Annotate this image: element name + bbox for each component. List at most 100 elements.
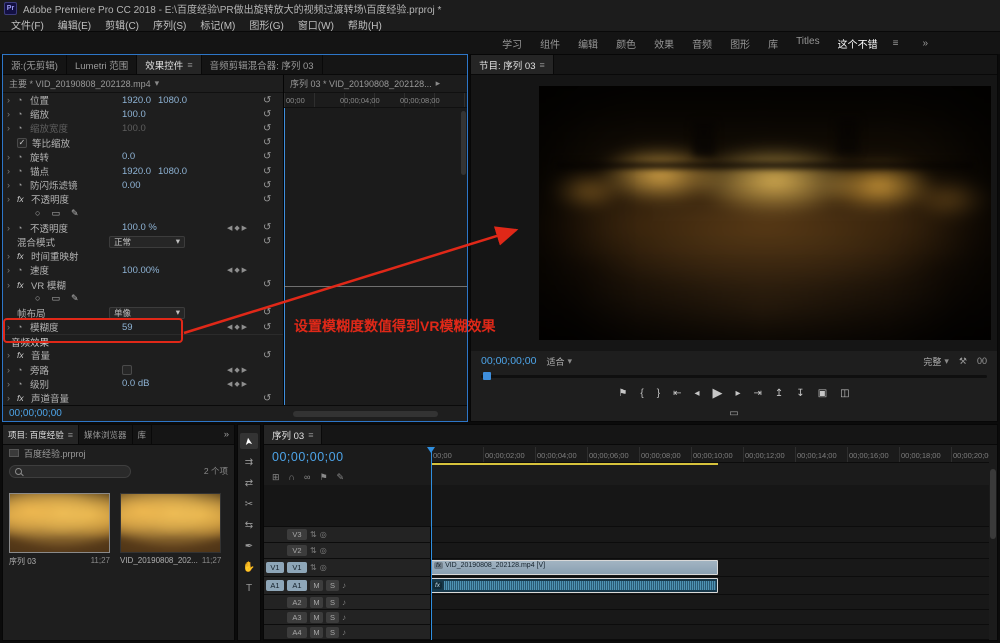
panel-tab[interactable]: 节目: 序列 03≡ — [471, 55, 554, 74]
source-patch[interactable] — [266, 529, 284, 540]
ec-horizontal-scrollbar[interactable] — [293, 411, 438, 417]
ripple-edit-tool[interactable]: ⇄ — [240, 475, 258, 491]
reset-icon[interactable]: ↺ — [263, 194, 271, 205]
source-patch[interactable] — [266, 545, 284, 556]
stopwatch-icon[interactable]: ◔ — [17, 166, 30, 176]
source-patch[interactable]: A1 — [266, 580, 284, 591]
comparison-view-button[interactable]: ◫ — [840, 388, 849, 399]
ec-timecode[interactable]: 00;00;00;00 — [9, 408, 62, 419]
expand-chevron-icon[interactable]: › — [7, 95, 17, 105]
mute-button[interactable]: M — [310, 597, 323, 608]
panel-menu-icon[interactable]: ≡ — [540, 60, 545, 70]
property-value[interactable]: 1920.0 — [122, 95, 152, 106]
sync-lock-icon[interactable]: ⇅ — [310, 563, 317, 572]
expand-chevron-icon[interactable]: › — [7, 280, 17, 290]
source-patch[interactable] — [266, 627, 284, 638]
expand-chevron-icon[interactable]: › — [7, 123, 17, 133]
ec-row-speed[interactable]: ›◔速度100.00%◀ ◆ ▶ — [3, 263, 283, 277]
pen-tool[interactable]: ✒ — [240, 538, 258, 554]
workspace-tab[interactable]: 图形 — [721, 36, 759, 51]
panel-tab[interactable]: Lumetri 范围 — [67, 55, 137, 74]
panel-tab[interactable]: 项目: 百度经验≡ — [3, 425, 79, 444]
workspace-tab[interactable]: 这个不错 — [829, 36, 887, 51]
property-value[interactable]: 1080.0 — [158, 166, 188, 177]
property-value[interactable]: 100.0 — [122, 123, 152, 134]
menu-item[interactable]: 窗口(W) — [291, 17, 341, 32]
expand-chevron-icon[interactable]: › — [7, 393, 17, 403]
expand-chevron-icon[interactable]: › — [7, 265, 17, 275]
solo-button[interactable]: S — [326, 612, 339, 623]
ec-row-rotation[interactable]: ›◔旋转0.0↺ — [3, 150, 283, 164]
ec-row-anti-flicker[interactable]: ›◔防闪烁滤镜0.00↺ — [3, 178, 283, 192]
add-marker-icon[interactable]: ⚑ — [319, 472, 327, 483]
razor-tool[interactable]: ✂ — [240, 496, 258, 512]
reset-icon[interactable]: ↺ — [263, 236, 271, 247]
track-output-icon[interactable]: ◎ — [320, 563, 327, 572]
voiceover-record-button[interactable]: ♪ — [342, 598, 346, 607]
stopwatch-icon[interactable]: ◔ — [17, 223, 30, 233]
stopwatch-icon[interactable]: ◔ — [17, 123, 30, 133]
type-tool[interactable]: T — [240, 580, 258, 596]
ec-row-opacity[interactable]: ›◔不透明度100.0 %◀ ◆ ▶↺ — [3, 221, 283, 235]
dropdown[interactable]: 正常▾ — [109, 236, 185, 248]
expand-chevron-icon[interactable]: › — [7, 379, 17, 389]
reset-icon[interactable]: ↺ — [263, 222, 271, 233]
property-value[interactable]: 100.0 % — [122, 222, 157, 233]
project-tabs-overflow-icon[interactable]: » — [219, 425, 234, 444]
menu-item[interactable]: 文件(F) — [4, 17, 51, 32]
ec-row-level[interactable]: ›◔级别0.0 dB◀ ◆ ▶ — [3, 377, 283, 391]
timeline-timecode[interactable]: 00;00;00;00 — [272, 450, 344, 464]
button-editor-button[interactable]: ▭ — [729, 408, 738, 419]
property-value[interactable]: 1920.0 — [122, 166, 152, 177]
source-patch[interactable]: V1 — [266, 562, 284, 573]
step-forward-button[interactable]: ▸ — [735, 388, 740, 399]
mark-in-button[interactable]: { — [640, 388, 643, 399]
seek-playhead[interactable] — [483, 372, 491, 380]
ec-row-uniform-scale[interactable]: ✓等比缩放↺ — [3, 136, 283, 150]
keyframe-nav[interactable]: ◀ ◆ ▶ — [227, 366, 247, 374]
rect-mask-icon[interactable]: ▭ — [51, 208, 60, 219]
solo-button[interactable]: S — [326, 627, 339, 638]
property-value[interactable]: 100.00% — [122, 265, 160, 276]
workspace-overflow-icon[interactable]: » — [904, 38, 928, 49]
workspace-tab[interactable]: 颜色 — [607, 36, 645, 51]
reset-icon[interactable]: ↺ — [263, 166, 271, 177]
clip-thumbnail[interactable] — [9, 493, 110, 553]
export-frame-button[interactable]: ▣ — [818, 388, 827, 399]
stopwatch-icon[interactable]: ◔ — [17, 109, 30, 119]
menu-item[interactable]: 帮助(H) — [341, 17, 389, 32]
expand-chevron-icon[interactable]: › — [7, 223, 17, 233]
menu-item[interactable]: 图形(G) — [242, 17, 290, 32]
snap-icon[interactable]: ∩ — [289, 472, 295, 483]
sync-lock-icon[interactable]: ⇅ — [310, 530, 317, 539]
workspace-menu-icon[interactable]: ≡ — [887, 38, 905, 49]
stopwatch-icon[interactable]: ◔ — [17, 152, 30, 162]
voiceover-record-button[interactable]: ♪ — [342, 581, 346, 590]
expand-chevron-icon[interactable]: › — [7, 180, 17, 190]
checkbox[interactable] — [122, 365, 132, 375]
solo-button[interactable]: S — [326, 580, 339, 591]
selection-tool[interactable]: ➤ — [240, 433, 258, 449]
ec-row-fx-volume[interactable]: ›fx音量↺ — [3, 348, 283, 362]
program-timecode[interactable]: 00;00;00;00 — [481, 355, 536, 367]
track-target[interactable]: A1 — [287, 580, 307, 591]
reset-icon[interactable]: ↺ — [263, 393, 271, 404]
ec-row-fx-opacity[interactable]: ›fx不透明度↺ — [3, 192, 283, 206]
source-patch[interactable] — [266, 597, 284, 608]
ec-playhead[interactable] — [284, 108, 285, 405]
reset-icon[interactable]: ↺ — [263, 95, 271, 106]
mute-button[interactable]: M — [310, 612, 323, 623]
stopwatch-icon[interactable]: ◔ — [17, 322, 30, 332]
keyframe-nav[interactable]: ◀ ◆ ▶ — [227, 224, 247, 232]
playback-resolution-dropdown[interactable]: 完整▾ — [923, 355, 949, 368]
go-to-out-button[interactable]: ⇥ — [754, 388, 762, 399]
ec-vertical-scrollbar[interactable] — [461, 111, 466, 175]
program-seek-bar[interactable] — [481, 371, 987, 381]
ec-row-frame-layout[interactable]: 帧布局单像▾↺ — [3, 306, 283, 320]
search-box[interactable] — [9, 465, 131, 478]
source-patch[interactable] — [266, 612, 284, 623]
panel-tab[interactable]: 效果控件≡ — [137, 55, 201, 74]
expand-chevron-icon[interactable]: › — [7, 251, 17, 261]
seek-track[interactable] — [481, 375, 987, 378]
solo-button[interactable]: S — [326, 597, 339, 608]
